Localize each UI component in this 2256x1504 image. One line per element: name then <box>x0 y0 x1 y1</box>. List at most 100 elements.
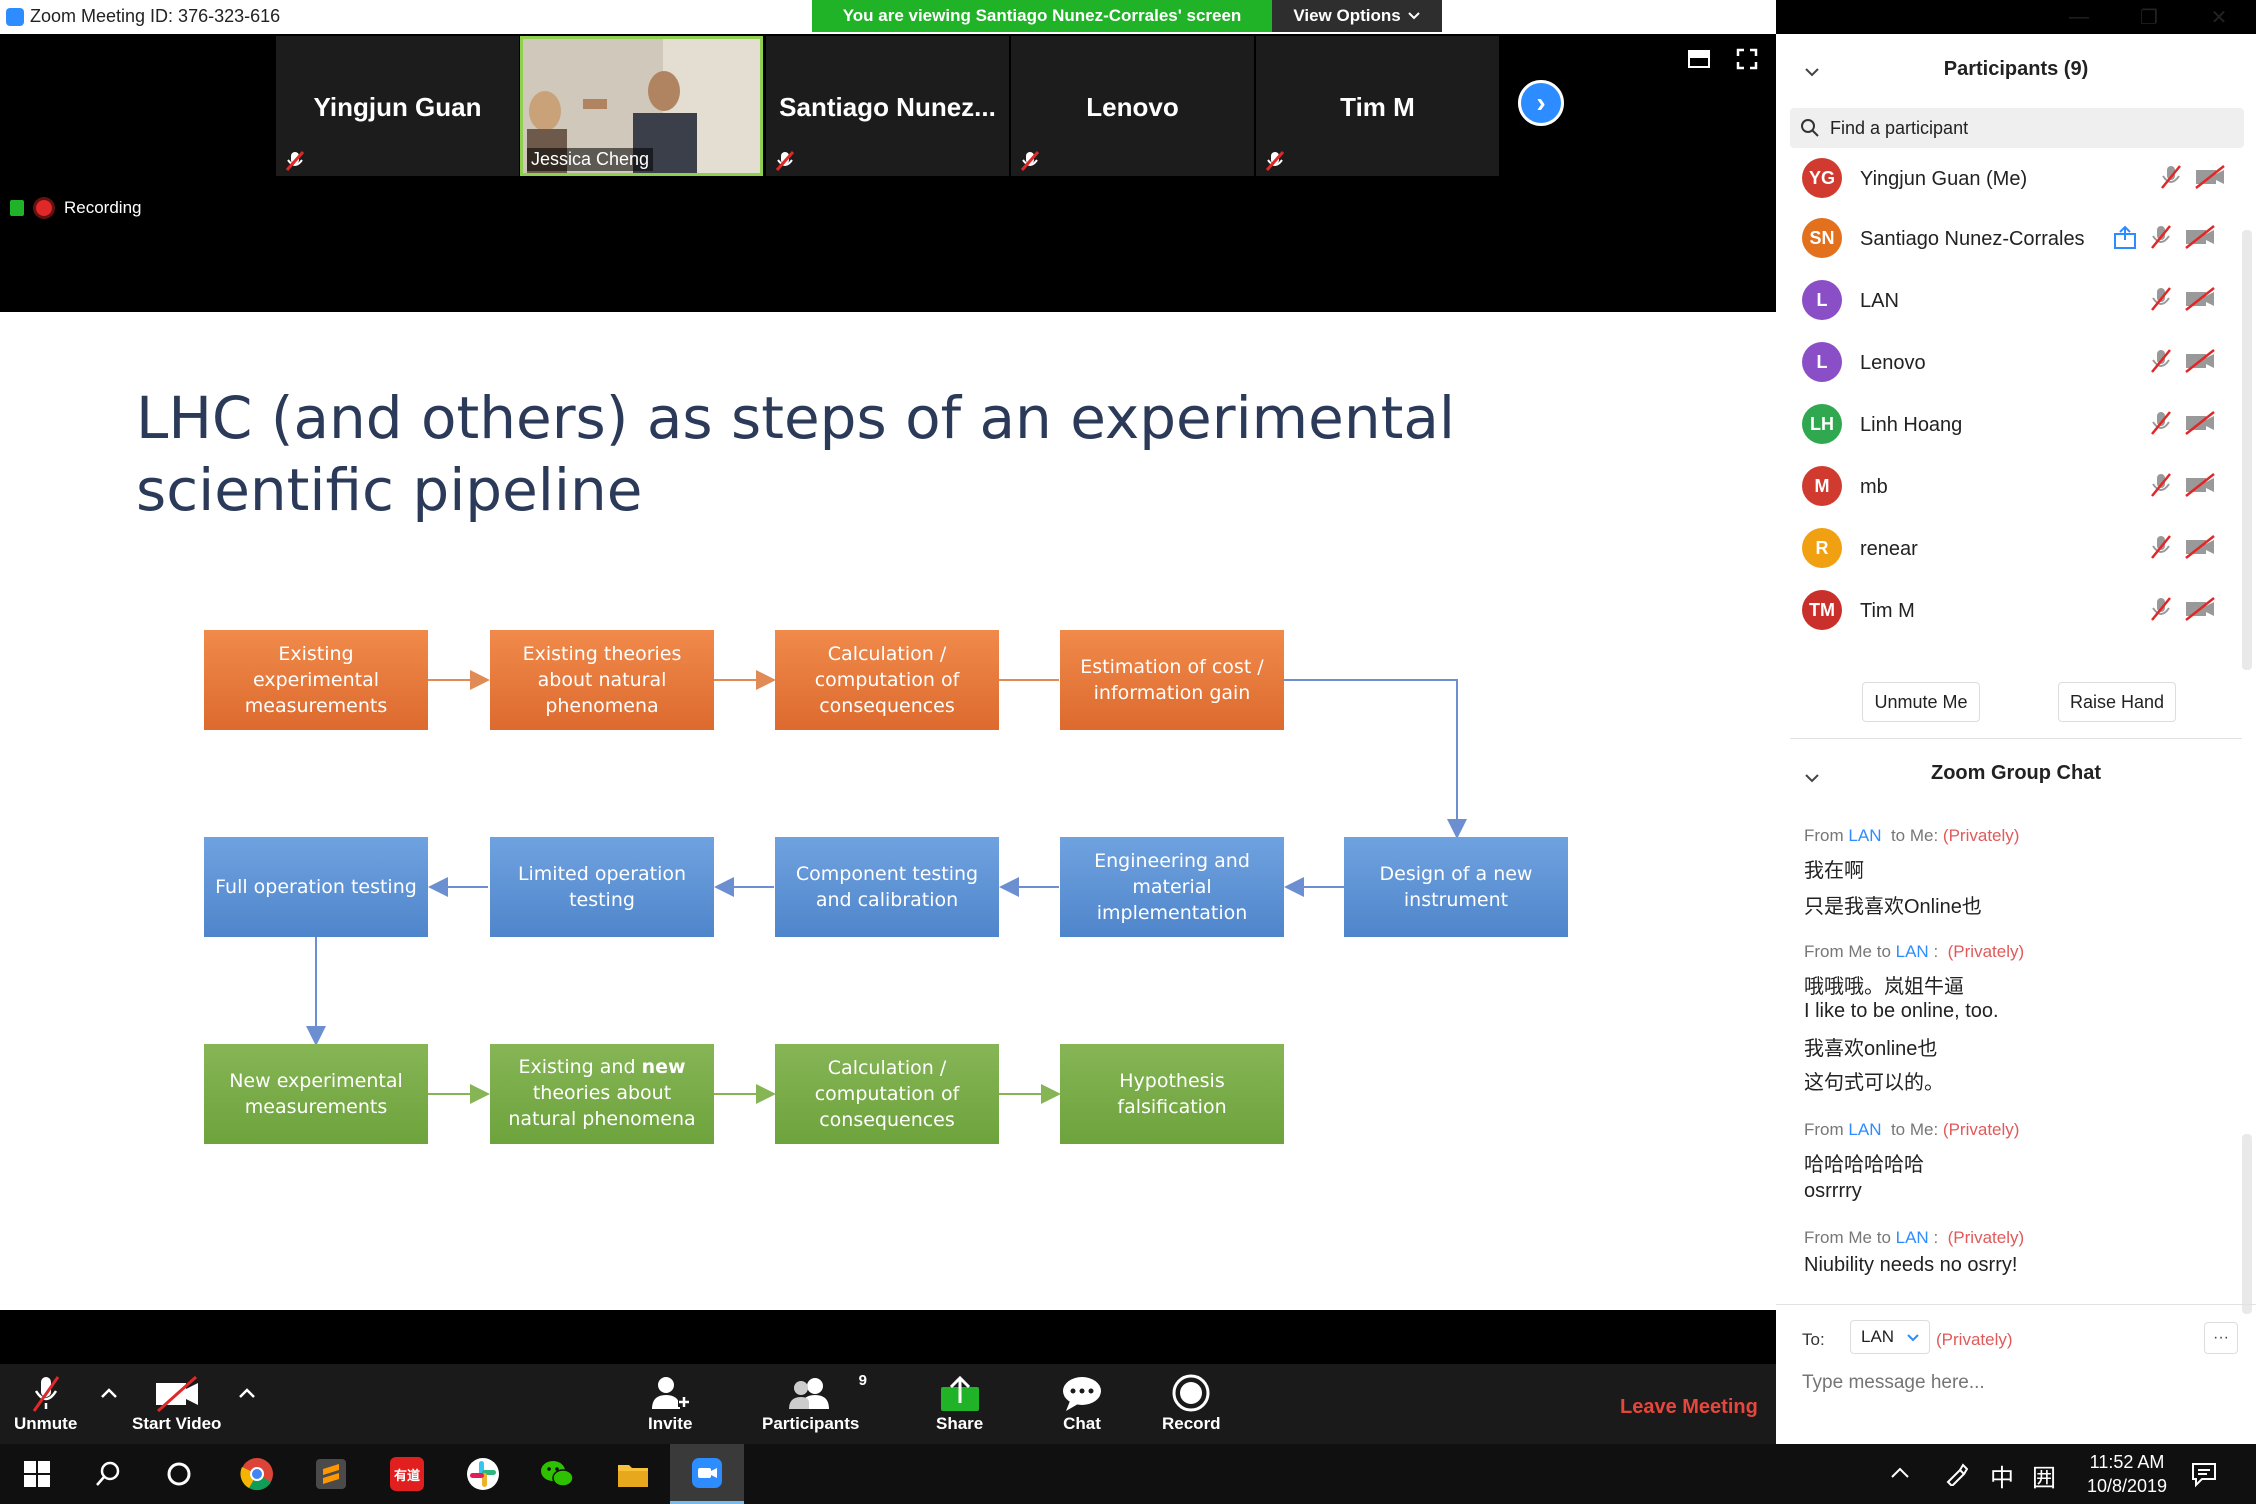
chat-message: 哦哦哦。岚姐牛逼 <box>1804 976 1964 998</box>
cortana-icon <box>167 1462 191 1486</box>
speaker-view-icon[interactable] <box>1688 50 1710 68</box>
mic-muted-icon[interactable] <box>2148 596 2174 622</box>
participant-row[interactable]: SN Santiago Nunez-Corrales <box>1776 214 2256 262</box>
mic-muted-icon[interactable] <box>2148 348 2174 374</box>
lock-icon <box>10 200 24 216</box>
chat-message: 只是我喜欢Online也 <box>1804 896 1982 918</box>
participant-row[interactable]: L Lenovo <box>1776 338 2256 386</box>
video-tile[interactable]: Tim M <box>1256 36 1499 176</box>
taskbar-clock[interactable]: 11:52 AM 10/8/2019 <box>2080 1450 2174 1498</box>
participant-row[interactable]: M mb <box>1776 462 2256 510</box>
notifications-icon[interactable] <box>2190 1460 2218 1488</box>
chat-icon <box>1063 1377 1101 1411</box>
chat-recipient[interactable]: LAN <box>1896 942 1929 961</box>
minimize-button[interactable]: — <box>2046 0 2112 34</box>
video-off-icon[interactable] <box>2184 286 2216 312</box>
video-off-icon[interactable] <box>2184 534 2216 560</box>
taskbar-wechat[interactable] <box>520 1444 594 1504</box>
mic-muted-icon[interactable] <box>2148 286 2174 312</box>
invite-button[interactable]: Invite <box>648 1372 692 1434</box>
chat-message-meta: From LAN to Me: (Privately) <box>1804 1120 2019 1140</box>
record-button[interactable]: Record <box>1162 1372 1221 1434</box>
show-hidden-icons-caret[interactable] <box>1890 1466 1910 1480</box>
windows-logo-icon <box>24 1461 50 1487</box>
slack-icon <box>467 1458 499 1490</box>
participant-search-input[interactable]: Find a participant <box>1790 108 2244 148</box>
participant-name: Linh Hoang <box>1860 414 1963 436</box>
taskbar-search-button[interactable] <box>72 1444 146 1504</box>
mic-muted-icon <box>1020 151 1040 171</box>
video-tile[interactable]: Lenovo <box>1011 36 1254 176</box>
divider <box>1776 1304 2256 1305</box>
participant-row[interactable]: YG Yingjun Guan (Me) <box>1776 154 2256 202</box>
taskbar-chrome[interactable] <box>220 1444 294 1504</box>
mic-muted-icon[interactable] <box>2158 164 2184 190</box>
cortana-button[interactable] <box>142 1444 216 1504</box>
raise-hand-button[interactable]: Raise Hand <box>2058 682 2176 722</box>
chat-sender[interactable]: LAN <box>1848 1120 1881 1139</box>
video-off-icon <box>155 1375 198 1413</box>
taskbar-slack[interactable] <box>446 1444 520 1504</box>
view-options-button[interactable]: View Options <box>1272 0 1442 32</box>
more-options-button[interactable]: ··· <box>2204 1322 2238 1354</box>
fullscreen-icon[interactable] <box>1736 48 1758 70</box>
video-off-icon[interactable] <box>2184 224 2216 250</box>
flow-step: Existing theories about natural phenomen… <box>490 630 714 730</box>
chat-sender[interactable]: LAN <box>1848 826 1881 845</box>
participant-row[interactable]: LH Linh Hoang <box>1776 400 2256 448</box>
view-options-label: View Options <box>1293 6 1401 25</box>
taskbar-youdao[interactable]: 有道 <box>370 1444 444 1504</box>
mic-muted-icon[interactable] <box>2148 534 2174 560</box>
video-off-icon[interactable] <box>2194 164 2226 190</box>
chat-message-meta: From Me to LAN : (Privately) <box>1804 1228 2024 1248</box>
video-off-icon[interactable] <box>2184 410 2216 436</box>
video-off-icon[interactable] <box>2184 596 2216 622</box>
taskbar-zoom[interactable] <box>670 1444 744 1504</box>
pen-icon[interactable] <box>1944 1462 1968 1486</box>
video-off-icon[interactable] <box>2184 348 2216 374</box>
share-screen-button[interactable]: Share <box>936 1372 983 1434</box>
start-video-button[interactable]: Start Video <box>132 1372 221 1434</box>
video-tile[interactable]: Santiago Nunez... <box>766 36 1009 176</box>
chat-meta-from: From <box>1804 1120 1844 1139</box>
ime-mode-icon[interactable]: 囲 <box>2032 1458 2056 1493</box>
close-button[interactable]: ✕ <box>2186 0 2252 34</box>
restore-button[interactable]: ❐ <box>2116 0 2182 34</box>
chat-scrollbar[interactable] <box>2242 1134 2252 1314</box>
start-button[interactable] <box>0 1444 74 1504</box>
flow-step: Calculation / computation of consequence… <box>775 1044 999 1144</box>
flow-step: Existing experimental measurements <box>204 630 428 730</box>
taskbar-sublime[interactable] <box>294 1444 368 1504</box>
recipient-select[interactable]: LAN <box>1850 1320 1930 1354</box>
chat-message-input[interactable] <box>1800 1364 2234 1402</box>
mic-muted-icon[interactable] <box>2148 410 2174 436</box>
ime-indicator[interactable]: 中 <box>1990 1458 2014 1493</box>
participants-count-badge: 9 <box>858 1372 867 1389</box>
participant-row[interactable]: TM Tim M <box>1776 586 2256 634</box>
video-tile[interactable]: Yingjun Guan <box>276 36 519 176</box>
participants-scrollbar[interactable] <box>2242 230 2252 670</box>
caret-up-icon[interactable] <box>100 1386 118 1400</box>
video-off-icon[interactable] <box>2184 472 2216 498</box>
unmute-button[interactable]: Unmute <box>14 1372 77 1434</box>
unmute-me-button[interactable]: Unmute Me <box>1862 682 1980 722</box>
caret-up-icon[interactable] <box>238 1386 256 1400</box>
chat-recipient[interactable]: LAN <box>1896 1228 1929 1247</box>
mic-muted-icon[interactable] <box>2148 224 2174 250</box>
chat-button[interactable]: Chat <box>1060 1372 1104 1434</box>
participant-row[interactable]: R renear <box>1776 524 2256 572</box>
leave-meeting-button[interactable]: Leave Meeting <box>1620 1396 1758 1419</box>
participant-row[interactable]: L LAN <box>1776 276 2256 324</box>
next-page-arrow-icon[interactable]: › <box>1518 80 1564 126</box>
windows-taskbar: 有道 中 囲 11:52 AM 10/8/2019 <box>0 1444 2256 1504</box>
video-tile-active-speaker[interactable]: Jessica Cheng <box>520 36 763 176</box>
participants-button[interactable]: 9 Participants <box>762 1372 867 1434</box>
start-video-label: Start Video <box>132 1414 222 1433</box>
participants-icon <box>788 1378 829 1409</box>
participant-name: renear <box>1860 538 1918 560</box>
taskbar-file-explorer[interactable] <box>596 1444 670 1504</box>
mic-muted-icon[interactable] <box>2148 472 2174 498</box>
recording-dot-icon <box>36 200 52 216</box>
participant-name: Lenovo <box>1860 352 1926 374</box>
chat-message: 这句式可以的。 <box>1804 1072 1944 1094</box>
